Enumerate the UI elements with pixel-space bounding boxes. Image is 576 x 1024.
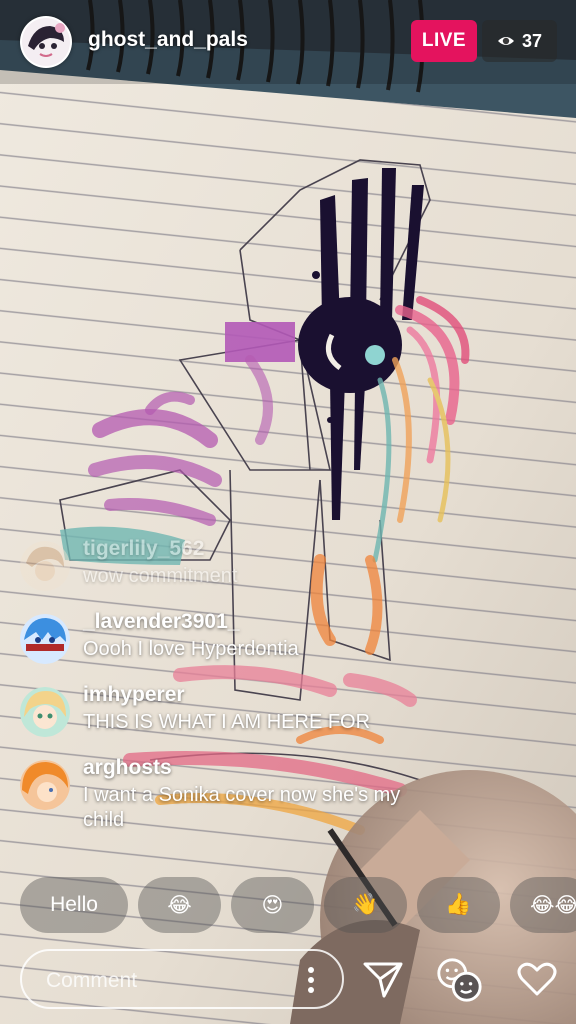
quick-reply-row: Hello 😂 😍 👋 👍 😂😂 <box>20 877 576 935</box>
commenter-avatar[interactable] <box>20 614 70 664</box>
commenter-avatar[interactable] <box>20 541 70 591</box>
broadcaster-avatar[interactable] <box>20 16 72 68</box>
quick-reply-heart-eyes[interactable]: 😍 <box>231 877 314 933</box>
viewer-count-value: 37 <box>521 30 543 51</box>
avatar-image <box>22 18 70 66</box>
heart-icon <box>517 962 557 996</box>
quick-reply-tears-of-joy[interactable]: 😂 <box>138 877 221 933</box>
comment-text: Oooh I love Hyperdontia <box>83 638 299 660</box>
like-button[interactable] <box>512 952 562 1006</box>
comment-input[interactable] <box>44 967 278 995</box>
viewer-count[interactable]: 37 <box>482 20 557 62</box>
questions-button[interactable] <box>434 952 484 1006</box>
faces-icon <box>437 958 482 1002</box>
eye-icon <box>497 37 514 45</box>
comment-username[interactable]: _lavender3901_ <box>83 610 239 634</box>
quick-reply-thumbs-up[interactable]: 👍 <box>417 877 500 933</box>
more-vertical-icon[interactable] <box>306 965 316 995</box>
live-video-feed <box>0 0 576 1024</box>
commenter-avatar[interactable] <box>20 687 70 737</box>
quick-reply-tears-of-joy-double[interactable]: 😂😂 <box>510 877 576 933</box>
quick-reply-waving-hand[interactable]: 👋 <box>324 877 407 933</box>
comment-text: wow commitment <box>83 565 238 587</box>
comment-username[interactable]: arghosts <box>83 756 172 780</box>
broadcaster-username[interactable]: ghost_and_pals <box>88 28 248 52</box>
live-badge: LIVE <box>411 20 477 62</box>
commenter-avatar[interactable] <box>20 760 70 810</box>
live-header: ghost_and_pals LIVE 37 <box>0 0 576 84</box>
comment-box <box>20 949 344 1009</box>
send-icon <box>363 962 403 998</box>
quick-reply-hello[interactable]: Hello <box>20 877 128 933</box>
send-button[interactable] <box>358 952 408 1006</box>
comment-username[interactable]: tigerlily_562 <box>83 537 204 561</box>
comment-username[interactable]: imhyperer <box>83 683 185 707</box>
comment-text: I want a Sonika cover now she's my child <box>83 784 401 831</box>
comment-text: THIS IS WHAT I AM HERE FOR <box>83 711 371 733</box>
